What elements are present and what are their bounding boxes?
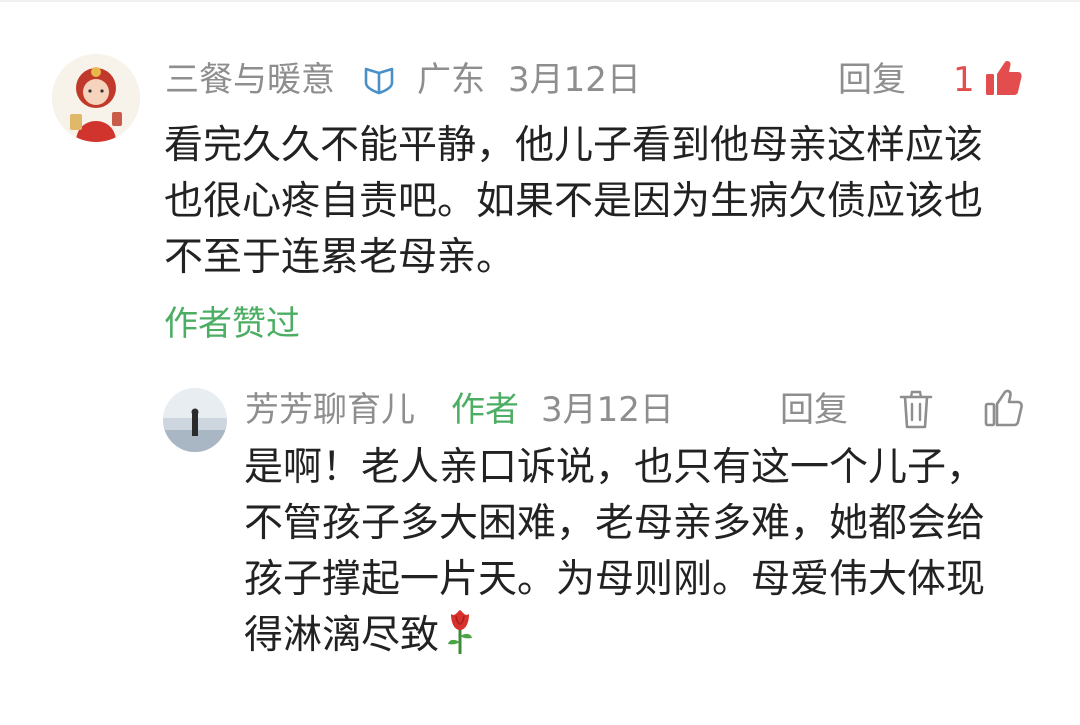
author-liked-label: 作者赞过 — [164, 304, 300, 344]
verified-shield-icon — [364, 67, 394, 95]
comment-line: 不至于连累老母亲。 — [164, 235, 516, 280]
avatar[interactable] — [163, 388, 227, 452]
reply-button[interactable]: 回复 — [838, 60, 906, 100]
region-label: 广东 — [417, 60, 485, 100]
comment-line: 看完久久不能平静，他儿子看到他母亲这样应该 — [164, 123, 984, 168]
trash-icon[interactable] — [897, 389, 935, 431]
rose-icon — [448, 610, 473, 654]
reply-line: 得淋漓尽致 — [244, 613, 440, 658]
reply-line: 孩子撑起一片天。为母则刚。母爱伟大体现 — [244, 557, 986, 602]
avatar[interactable] — [52, 54, 140, 142]
comment-body: 看完久久不能平静，他儿子看到他母亲这样应该 也很心疼自责吧。如果不是因为生病欠债… — [164, 118, 983, 286]
reply-line: 是啊！老人亲口诉说，也只有这一个儿子， — [244, 445, 986, 490]
reply-body: 是啊！老人亲口诉说，也只有这一个儿子， 不管孩子多大困难，老母亲多难，她都会给 … — [244, 440, 985, 664]
like-count: 1 — [953, 60, 975, 100]
avatar-photo — [163, 388, 227, 452]
comment-date: 3月12日 — [508, 60, 641, 100]
top-divider — [0, 0, 1080, 2]
comment-line: 也很心疼自责吧。如果不是因为生病欠债应该也 — [164, 179, 984, 224]
thumbs-up-outline-icon[interactable] — [983, 387, 1023, 429]
reply-button[interactable]: 回复 — [780, 390, 848, 430]
reply-date: 3月12日 — [541, 390, 674, 430]
avatar-illustration — [52, 54, 140, 142]
reply-last-line-wrap: 得淋漓尽致 — [244, 608, 985, 664]
thumbs-up-filled-icon[interactable] — [983, 58, 1023, 98]
author-badge: 作者 — [451, 390, 519, 430]
reply-line: 不管孩子多大困难，老母亲多难，她都会给 — [244, 501, 986, 546]
username[interactable]: 三餐与暖意 — [165, 60, 335, 100]
username[interactable]: 芳芳聊育儿 — [245, 390, 415, 430]
